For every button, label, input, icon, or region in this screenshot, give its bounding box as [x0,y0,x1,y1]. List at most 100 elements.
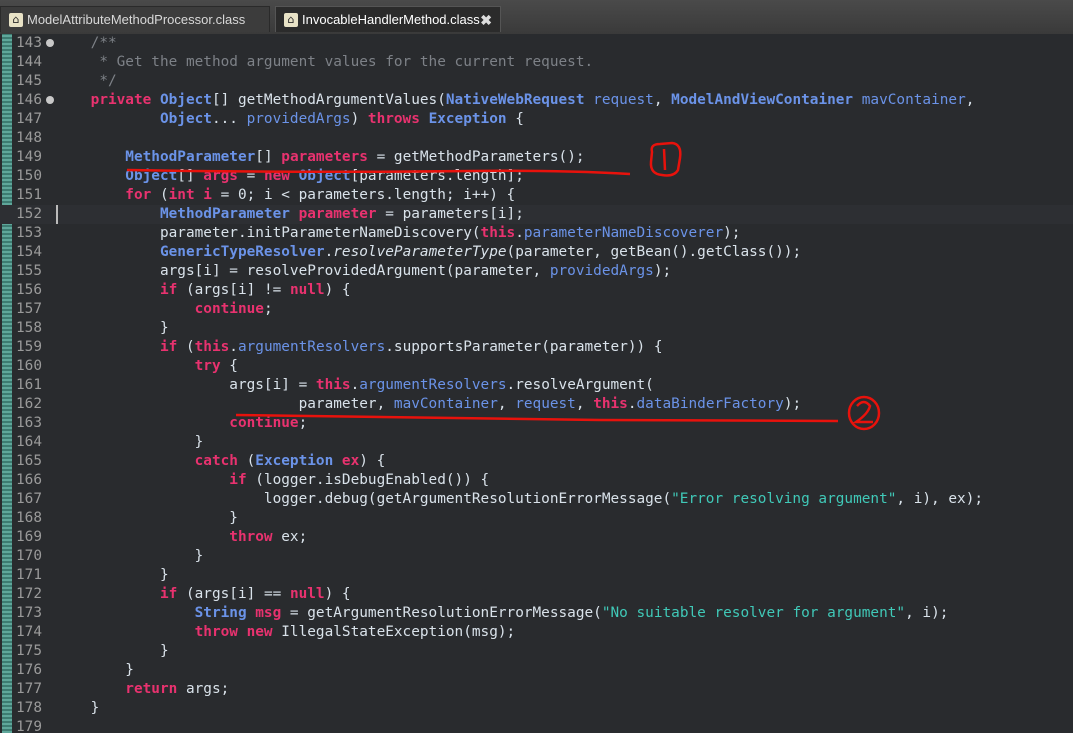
code-text: try { [56,358,238,374]
line-number: 177 [16,681,42,697]
fold-toggle-icon[interactable] [46,39,54,47]
code-text: throw ex; [56,529,308,545]
line-number: 148 [16,130,42,146]
code-line[interactable]: 160 try { [0,357,1073,376]
code-text: parameter.initParameterNameDiscovery(thi… [56,225,741,241]
line-number: 160 [16,358,42,374]
code-text: return args; [56,681,230,697]
code-text: throw new IllegalStateException(msg); [56,624,516,640]
code-editor[interactable]: 143 /** 144 * Get the method argument val… [0,34,1073,733]
class-file-icon: ⌂ [9,13,23,27]
code-line[interactable]: 145 */ [0,72,1073,91]
code-line[interactable]: 179 [0,718,1073,733]
code-line[interactable]: 158 } [0,319,1073,338]
code-text: catch (Exception ex) { [56,453,386,469]
line-number: 167 [16,491,42,507]
code-line[interactable]: 146 private Object[] getMethodArgumentVa… [0,91,1073,110]
line-number: 154 [16,244,42,260]
code-text: Object... providedArgs) throws Exception… [56,111,524,127]
line-number: 143 [16,35,42,51]
line-number: 157 [16,301,42,317]
code-text: } [56,567,169,583]
code-line[interactable]: 175 } [0,642,1073,661]
line-number: 174 [16,624,42,640]
code-text: parameter, mavContainer, request, this.d… [56,396,802,412]
line-number: 152 [16,206,42,222]
code-text: GenericTypeResolver.resolveParameterType… [56,244,802,260]
code-line[interactable]: 178 } [0,699,1073,718]
code-line[interactable]: 168 } [0,509,1073,528]
code-text: } [56,643,169,659]
code-text: } [56,320,169,336]
code-text: args[i] = this.argumentResolvers.resolve… [56,377,654,393]
code-line[interactable]: 161 args[i] = this.argumentResolvers.res… [0,376,1073,395]
code-line[interactable]: 154 GenericTypeResolver.resolveParameter… [0,243,1073,262]
code-line[interactable]: 150 Object[] args = new Object[parameter… [0,167,1073,186]
tab-model-attribute-method-processor[interactable]: ⌂ ModelAttributeMethodProcessor.class [0,6,270,32]
line-number: 169 [16,529,42,545]
code-line[interactable]: 176 } [0,661,1073,680]
code-text: } [56,548,204,564]
code-text: if (args[i] == null) { [56,586,351,602]
line-number: 162 [16,396,42,412]
tab-invocable-handler-method[interactable]: ⌂ InvocableHandlerMethod.class ✖ [275,6,501,32]
line-number: 179 [16,719,42,733]
line-number: 161 [16,377,42,393]
code-text: for (int i = 0; i < parameters.length; i… [56,187,516,203]
code-text: MethodParameter[] parameters = getMethod… [56,149,585,165]
line-number: 175 [16,643,42,659]
code-line[interactable]: 165 catch (Exception ex) { [0,452,1073,471]
code-line[interactable]: 153 parameter.initParameterNameDiscovery… [0,224,1073,243]
line-number: 176 [16,662,42,678]
line-number: 178 [16,700,42,716]
code-line[interactable]: 157 continue; [0,300,1073,319]
line-number: 146 [16,92,42,108]
code-line[interactable]: 164 } [0,433,1073,452]
code-line[interactable]: 170 } [0,547,1073,566]
line-number: 155 [16,263,42,279]
code-line[interactable]: 172 if (args[i] == null) { [0,585,1073,604]
line-number: 147 [16,111,42,127]
code-text: if (args[i] != null) { [56,282,351,298]
line-number: 150 [16,168,42,184]
code-line[interactable]: 151 for (int i = 0; i < parameters.lengt… [0,186,1073,205]
code-line[interactable]: 147 Object... providedArgs) throws Excep… [0,110,1073,129]
class-file-icon: ⌂ [284,13,298,27]
fold-toggle-icon[interactable] [46,96,54,104]
code-line[interactable]: 148 [0,129,1073,148]
code-text: logger.debug(getArgumentResolutionErrorM… [56,491,984,507]
code-line[interactable]: 152 MethodParameter parameter = paramete… [0,205,1073,224]
code-text: if (logger.isDebugEnabled()) { [56,472,490,488]
code-line[interactable]: 167 logger.debug(getArgumentResolutionEr… [0,490,1073,509]
code-line[interactable]: 149 MethodParameter[] parameters = getMe… [0,148,1073,167]
code-text: */ [56,73,117,89]
code-line[interactable]: 162 parameter, mavContainer, request, th… [0,395,1073,414]
code-text: private Object[] getMethodArgumentValues… [56,92,975,108]
code-line[interactable]: 169 throw ex; [0,528,1073,547]
code-text: Object[] args = new Object[parameters.le… [56,168,524,184]
code-line[interactable]: 144 * Get the method argument values for… [0,53,1073,72]
code-line[interactable]: 156 if (args[i] != null) { [0,281,1073,300]
line-number: 171 [16,567,42,583]
code-line[interactable]: 177 return args; [0,680,1073,699]
code-text: continue; [56,415,308,431]
line-number: 166 [16,472,42,488]
line-number: 149 [16,149,42,165]
code-text: MethodParameter parameter = parameters[i… [56,206,524,222]
code-text: continue; [56,301,273,317]
code-line[interactable]: 155 args[i] = resolveProvidedArgument(pa… [0,262,1073,281]
code-line[interactable]: 173 String msg = getArgumentResolutionEr… [0,604,1073,623]
code-line[interactable]: 159 if (this.argumentResolvers.supportsP… [0,338,1073,357]
code-line[interactable]: 143 /** [0,34,1073,53]
code-line[interactable]: 171 } [0,566,1073,585]
code-text: } [56,662,134,678]
code-text: /** [56,35,117,51]
code-text: if (this.argumentResolvers.supportsParam… [56,339,663,355]
code-line[interactable]: 174 throw new IllegalStateException(msg)… [0,623,1073,642]
close-tab-icon[interactable]: ✖ [480,7,492,33]
line-number: 172 [16,586,42,602]
code-text: args[i] = resolveProvidedArgument(parame… [56,263,672,279]
code-line[interactable]: 163 continue; [0,414,1073,433]
code-line[interactable]: 166 if (logger.isDebugEnabled()) { [0,471,1073,490]
